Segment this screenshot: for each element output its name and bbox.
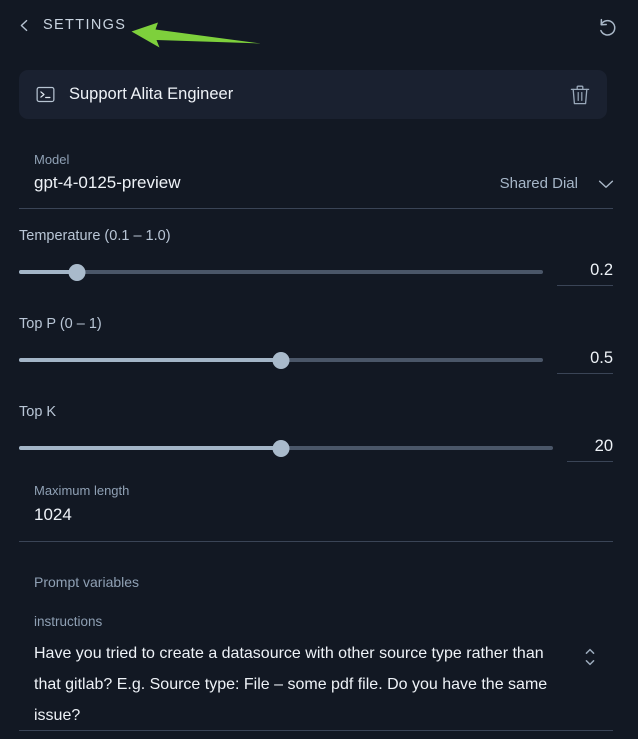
model-label: Model	[34, 152, 70, 167]
divider-bottom	[19, 730, 613, 731]
slider-temperature-track[interactable]	[19, 262, 543, 282]
slider-temperature-value: 0.2	[590, 261, 613, 279]
slider-track-fill	[19, 446, 281, 450]
trash-icon[interactable]	[570, 84, 590, 106]
model-field: Model gpt-4-0125-preview Shared Dial	[34, 152, 614, 193]
slider-top-k-value-box[interactable]: 20	[567, 437, 613, 462]
divider-model	[19, 208, 613, 209]
slider-top-p-track[interactable]	[19, 350, 543, 370]
slider-top-k-value: 20	[594, 437, 613, 455]
slider-top-k: Top K 20	[19, 404, 613, 462]
divider-max-length	[19, 541, 613, 542]
slider-top-p-thumb[interactable]	[272, 352, 290, 369]
model-provider-label: Shared Dial	[499, 175, 578, 192]
chevron-up-down-icon[interactable]	[584, 646, 596, 668]
slider-top-p-value-box[interactable]: 0.5	[557, 349, 613, 374]
chevron-left-icon	[20, 19, 28, 31]
agent-card[interactable]: Support Alita Engineer	[19, 70, 607, 119]
settings-header: SETTINGS	[0, 0, 638, 58]
slider-top-k-track[interactable]	[19, 438, 553, 458]
max-length-label: Maximum length	[34, 483, 130, 498]
slider-top-k-thumb[interactable]	[272, 440, 290, 457]
slider-temperature: Temperature (0.1 – 1.0) 0.2	[19, 228, 613, 286]
slider-track-fill	[19, 358, 281, 362]
slider-temperature-label: Temperature (0.1 – 1.0)	[19, 228, 171, 244]
prompt-variables-title: Prompt variables	[34, 574, 140, 590]
chevron-down-icon	[598, 180, 614, 188]
slider-track-bg	[19, 270, 543, 274]
agent-name: Support Alita Engineer	[69, 85, 234, 103]
prompt-variable-key: instructions	[34, 614, 103, 629]
max-length-field: Maximum length 1024	[34, 483, 614, 525]
prompt-variables-section: Prompt variables instructions Have you t…	[34, 574, 614, 731]
reset-rotate-icon[interactable]	[596, 16, 620, 40]
terminal-icon	[36, 86, 55, 103]
model-value[interactable]: gpt-4-0125-preview	[34, 173, 180, 193]
prompt-variable-textarea[interactable]: Have you tried to create a datasource wi…	[34, 638, 574, 731]
slider-top-p: Top P (0 – 1) 0.5	[19, 316, 613, 374]
back-to-settings-button[interactable]: SETTINGS	[18, 17, 126, 33]
slider-temperature-thumb[interactable]	[68, 264, 86, 281]
slider-top-p-value: 0.5	[590, 349, 613, 367]
page-title: SETTINGS	[43, 17, 127, 33]
model-provider-dropdown[interactable]: Shared Dial	[500, 175, 614, 192]
slider-top-k-label: Top K	[19, 404, 57, 420]
slider-temperature-value-box[interactable]: 0.2	[557, 261, 613, 286]
slider-top-p-label: Top P (0 – 1)	[19, 316, 102, 332]
max-length-value[interactable]: 1024	[34, 505, 614, 525]
